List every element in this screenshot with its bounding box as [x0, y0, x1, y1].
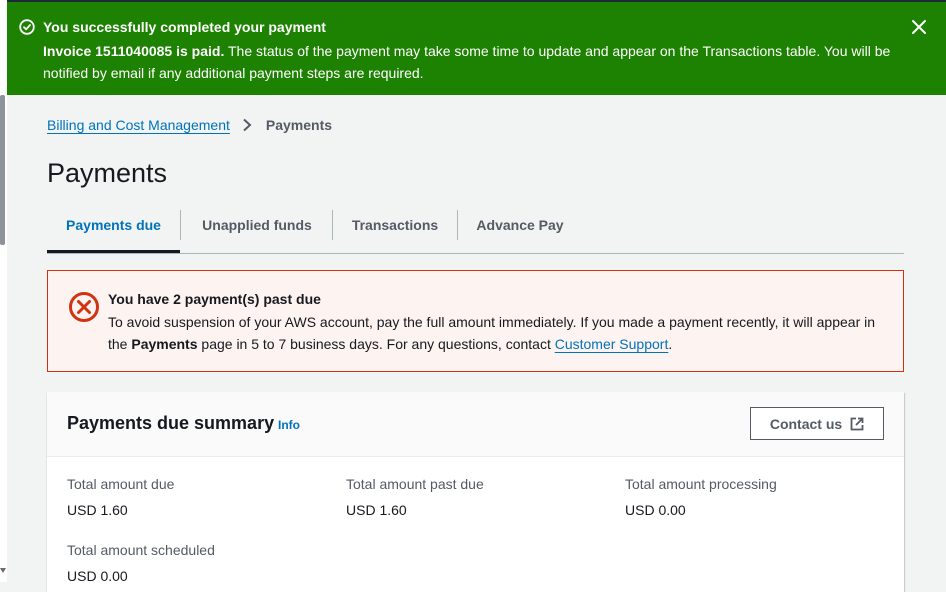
- left-scrollbar-thumb[interactable]: [0, 95, 5, 245]
- flash-message: Invoice 1511040085 is paid. The status o…: [43, 40, 913, 84]
- flash-invoice-text: Invoice 1511040085 is paid.: [43, 43, 225, 59]
- contact-us-button[interactable]: Contact us: [750, 407, 884, 440]
- past-due-alert: You have 2 payment(s) past due To avoid …: [47, 270, 904, 372]
- alert-message: To avoid suspension of your AWS account,…: [108, 311, 898, 355]
- stat-value: USD 1.60: [346, 502, 407, 518]
- breadcrumb: Billing and Cost Management Payments: [47, 117, 332, 133]
- stat-value: USD 0.00: [625, 502, 686, 518]
- payments-due-summary-card: Payments due summary Info Contact us Tot…: [47, 392, 904, 592]
- alert-text: .: [668, 336, 673, 352]
- breadcrumb-current: Payments: [265, 117, 333, 133]
- card-header: Payments due summary Info Contact us: [47, 392, 904, 457]
- stat-value: USD 1.60: [67, 502, 128, 518]
- stat-label: Total amount past due: [346, 476, 484, 492]
- tab-bar: Payments due Unapplied funds Transaction…: [47, 208, 904, 254]
- info-link[interactable]: Info: [278, 418, 300, 432]
- alert-text: page in 5 to 7 business days. For any qu…: [197, 336, 555, 352]
- stat-label: Total amount scheduled: [67, 542, 215, 558]
- scroll-down-arrow-icon[interactable]: [0, 568, 6, 573]
- tab-payments-due[interactable]: Payments due: [47, 208, 180, 253]
- alert-title: You have 2 payment(s) past due: [108, 291, 321, 307]
- stat-total-scheduled: Total amount scheduled USD 0.00: [67, 542, 215, 584]
- error-x-icon: [69, 292, 99, 322]
- left-scroll-track: [0, 0, 7, 582]
- tab-unapplied-funds[interactable]: Unapplied funds: [181, 208, 333, 242]
- page-title: Payments: [47, 158, 168, 188]
- stat-total-past-due: Total amount past due USD 1.60: [346, 476, 484, 518]
- success-check-icon: [19, 19, 35, 35]
- external-link-icon: [850, 417, 864, 430]
- breadcrumb-billing-link[interactable]: Billing and Cost Management: [47, 117, 230, 133]
- card-title: Payments due summary: [67, 413, 275, 433]
- contact-us-label: Contact us: [769, 415, 843, 432]
- tab-transactions[interactable]: Transactions: [333, 208, 457, 242]
- stat-total-due: Total amount due USD 1.60: [67, 476, 174, 518]
- customer-support-link[interactable]: Customer Support: [555, 336, 669, 352]
- tab-advance-pay[interactable]: Advance Pay: [458, 208, 582, 242]
- chevron-right-icon: [243, 118, 252, 132]
- close-icon[interactable]: [910, 18, 928, 36]
- stat-total-processing: Total amount processing USD 0.00: [625, 476, 777, 518]
- flash-title: You successfully completed your payment: [43, 19, 326, 35]
- stat-label: Total amount processing: [625, 476, 777, 492]
- success-flash-banner: You successfully completed your payment …: [7, 2, 946, 95]
- alert-bold-text: Payments: [131, 336, 198, 352]
- stat-label: Total amount due: [67, 476, 175, 492]
